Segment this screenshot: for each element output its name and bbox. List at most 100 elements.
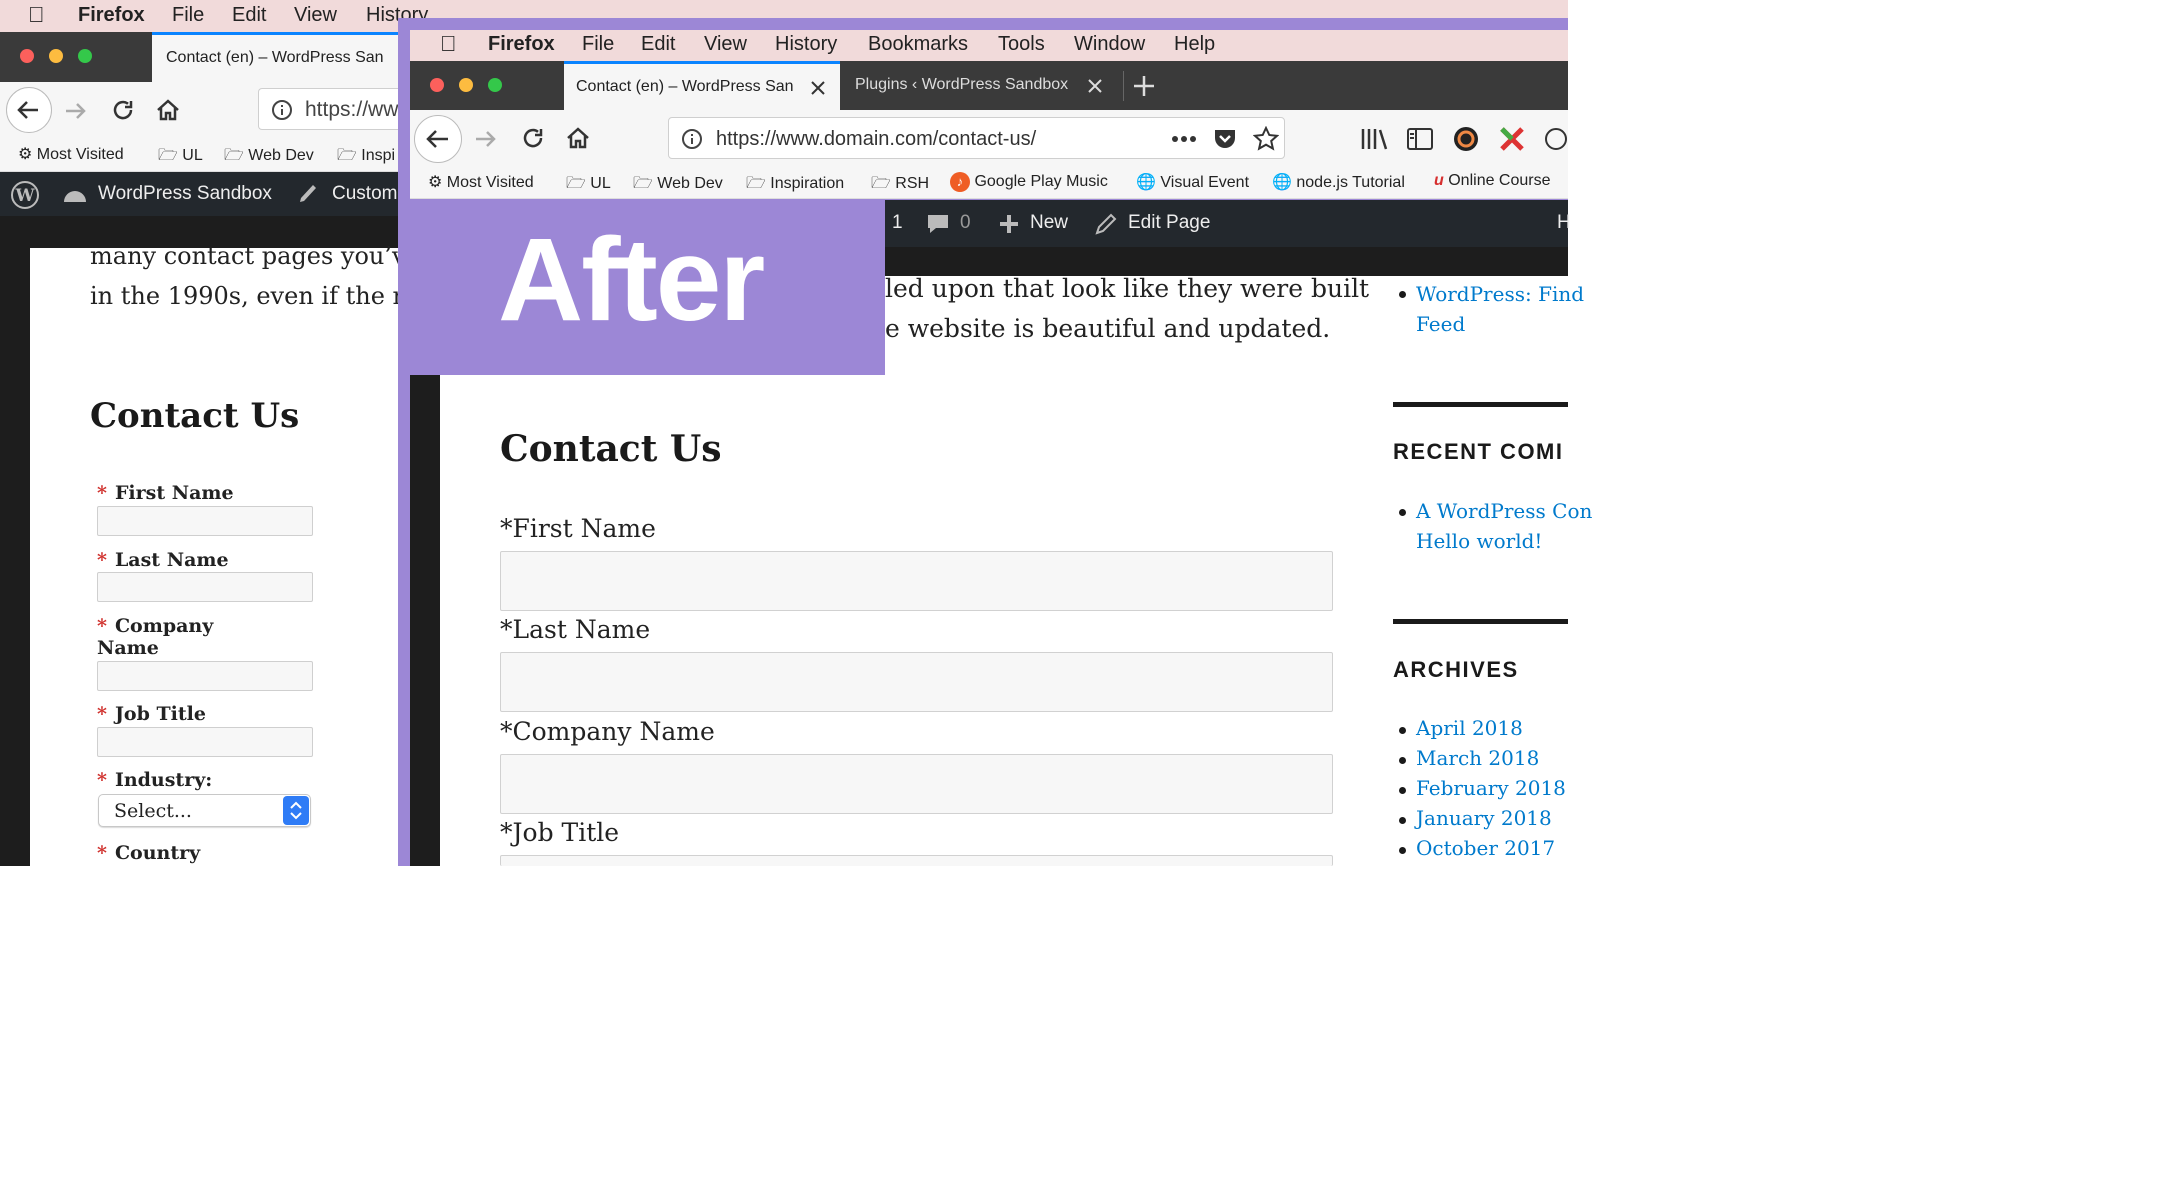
new-tab-plus-icon[interactable] bbox=[1132, 74, 1156, 98]
home-icon[interactable] bbox=[154, 96, 182, 124]
close-window-button[interactable] bbox=[20, 49, 34, 63]
menu-tools[interactable]: Tools bbox=[998, 33, 1045, 56]
bookmark-nodejs-tutorial[interactable]: 🌐 node.js Tutorial bbox=[1272, 172, 1405, 192]
sidebar-feed-link-1[interactable]: WordPress: Find bbox=[1416, 282, 1584, 306]
back-button[interactable] bbox=[6, 87, 52, 133]
admin-updates-count[interactable]: 1 bbox=[892, 212, 903, 234]
admin-howdy[interactable]: H bbox=[1557, 212, 1571, 234]
front-last-name-input[interactable] bbox=[500, 652, 1333, 712]
plus-icon bbox=[1000, 215, 1018, 233]
menu-bookmarks[interactable]: Bookmarks bbox=[868, 33, 968, 56]
archive-link[interactable]: April 2018 bbox=[1416, 716, 1523, 740]
folder-icon: 🗁 bbox=[871, 175, 891, 192]
apple-icon[interactable]:  bbox=[28, 2, 45, 28]
close-tab-icon[interactable] bbox=[810, 80, 826, 96]
menu-edit[interactable]: Edit bbox=[641, 33, 675, 56]
wordpress-logo-icon[interactable]: W bbox=[10, 180, 40, 210]
folder-icon: 🗁 bbox=[746, 175, 766, 192]
admin-new[interactable]: New bbox=[1030, 212, 1068, 234]
tab-contact[interactable]: Contact (en) – WordPress San bbox=[564, 61, 840, 110]
back-first-name-input[interactable] bbox=[97, 506, 313, 536]
menu-help[interactable]: Help bbox=[1174, 33, 1215, 56]
bookmark-inspiration[interactable]: 🗁 Inspi bbox=[337, 144, 395, 171]
front-url-bar[interactable]: https://www.domain.com/contact-us/ bbox=[668, 117, 1285, 159]
menu-window[interactable]: Window bbox=[1074, 33, 1145, 56]
back-button[interactable] bbox=[414, 115, 462, 163]
gear-icon: ⚙ bbox=[428, 174, 443, 191]
menu-app-name[interactable]: Firefox bbox=[488, 33, 555, 56]
bullet bbox=[1399, 727, 1406, 734]
bookmark-google-play-music[interactable]: ♪ Google Play Music bbox=[950, 172, 1108, 192]
ghostery-extension-icon[interactable] bbox=[1544, 126, 1568, 152]
required-marker: * bbox=[97, 769, 107, 791]
apple-icon[interactable]:  bbox=[440, 31, 457, 57]
back-tab-contact[interactable]: Contact (en) – WordPress San bbox=[152, 32, 410, 82]
menu-view[interactable]: View bbox=[294, 4, 337, 27]
svg-text:W: W bbox=[14, 186, 35, 206]
folder-icon: 🗁 bbox=[158, 147, 178, 164]
archive-link[interactable]: March 2018 bbox=[1416, 746, 1539, 770]
menu-file[interactable]: File bbox=[172, 4, 204, 27]
close-tab-icon[interactable] bbox=[1087, 78, 1103, 94]
bookmark-most-visited[interactable]: ⚙ Most Visited bbox=[18, 144, 124, 164]
bookmark-most-visited[interactable]: ⚙ Most Visited bbox=[428, 172, 534, 192]
bookmark-ul[interactable]: 🗁 UL bbox=[566, 172, 611, 199]
front-company-name-input[interactable] bbox=[500, 754, 1333, 814]
reload-icon[interactable] bbox=[110, 97, 136, 123]
bookmark-online-course[interactable]: u Online Course bbox=[1434, 172, 1551, 190]
admin-comments-count[interactable]: 0 bbox=[960, 212, 971, 234]
back-job-title-input[interactable] bbox=[97, 727, 313, 757]
forward-arrow-icon[interactable] bbox=[472, 125, 500, 153]
menu-view[interactable]: View bbox=[704, 33, 747, 56]
back-industry-select[interactable]: Select... bbox=[98, 794, 311, 827]
back-url-bar[interactable]: https://ww bbox=[258, 88, 410, 130]
front-job-title-input[interactable] bbox=[500, 855, 1333, 866]
menu-edit[interactable]: Edit bbox=[232, 4, 266, 27]
page-actions-icon[interactable] bbox=[1171, 135, 1197, 143]
bookmark-visual-event[interactable]: 🌐 Visual Event bbox=[1136, 172, 1249, 192]
forward-arrow-icon[interactable] bbox=[62, 97, 90, 125]
admin-customize[interactable]: Custom bbox=[332, 183, 397, 205]
minimize-window-button[interactable] bbox=[459, 78, 473, 92]
front-first-name-input[interactable] bbox=[500, 551, 1333, 611]
menu-history[interactable]: History bbox=[775, 33, 837, 56]
zoom-window-button[interactable] bbox=[488, 78, 502, 92]
recent-comment-link-2[interactable]: Hello world! bbox=[1416, 529, 1542, 553]
archive-link[interactable]: February 2018 bbox=[1416, 776, 1566, 800]
minimize-window-button[interactable] bbox=[49, 49, 63, 63]
info-icon[interactable] bbox=[681, 128, 703, 150]
music-note-icon: ♪ bbox=[950, 172, 970, 192]
color-picker-extension-icon[interactable] bbox=[1452, 125, 1480, 153]
bookmark-web-dev[interactable]: 🗁 Web Dev bbox=[633, 172, 723, 199]
comment-icon[interactable] bbox=[926, 212, 950, 236]
bookmark-inspiration[interactable]: 🗁 Inspiration bbox=[746, 172, 844, 199]
menu-app-name[interactable]: Firefox bbox=[78, 4, 145, 27]
menu-file[interactable]: File bbox=[582, 33, 614, 56]
reload-icon[interactable] bbox=[520, 125, 546, 151]
bookmark-rsh[interactable]: 🗁 RSH bbox=[871, 172, 929, 199]
tab-plugins[interactable]: Plugins ‹ WordPress Sandbox bbox=[840, 61, 1116, 110]
back-industry-label: * Industry: bbox=[97, 769, 213, 791]
admin-site-name[interactable]: WordPress Sandbox bbox=[98, 183, 272, 205]
pocket-icon[interactable] bbox=[1212, 126, 1238, 152]
archive-link[interactable]: January 2018 bbox=[1416, 806, 1552, 830]
recent-comment-link-1[interactable]: A WordPress Con bbox=[1416, 499, 1592, 523]
zoom-window-button[interactable] bbox=[78, 49, 92, 63]
bullet bbox=[1399, 509, 1406, 516]
close-window-button[interactable] bbox=[430, 78, 444, 92]
admin-edit-page[interactable]: Edit Page bbox=[1128, 212, 1210, 234]
bookmark-ul[interactable]: 🗁 UL bbox=[158, 144, 203, 171]
sidebar-feed-link-2[interactable]: Feed bbox=[1416, 312, 1465, 336]
back-country-label: * Country bbox=[97, 842, 201, 864]
archive-link[interactable]: October 2017 bbox=[1416, 836, 1555, 860]
bookmark-web-dev[interactable]: 🗁 Web Dev bbox=[224, 144, 314, 171]
sidebar-toggle-icon[interactable] bbox=[1406, 126, 1434, 152]
back-last-name-input[interactable] bbox=[97, 572, 313, 602]
back-company-input[interactable] bbox=[97, 661, 313, 691]
bookmark-star-icon[interactable] bbox=[1253, 126, 1279, 152]
info-icon[interactable] bbox=[271, 99, 293, 121]
bullet bbox=[1399, 817, 1406, 824]
library-icon[interactable] bbox=[1360, 126, 1390, 152]
tools-extension-icon[interactable] bbox=[1498, 125, 1526, 153]
home-icon[interactable] bbox=[564, 124, 592, 152]
